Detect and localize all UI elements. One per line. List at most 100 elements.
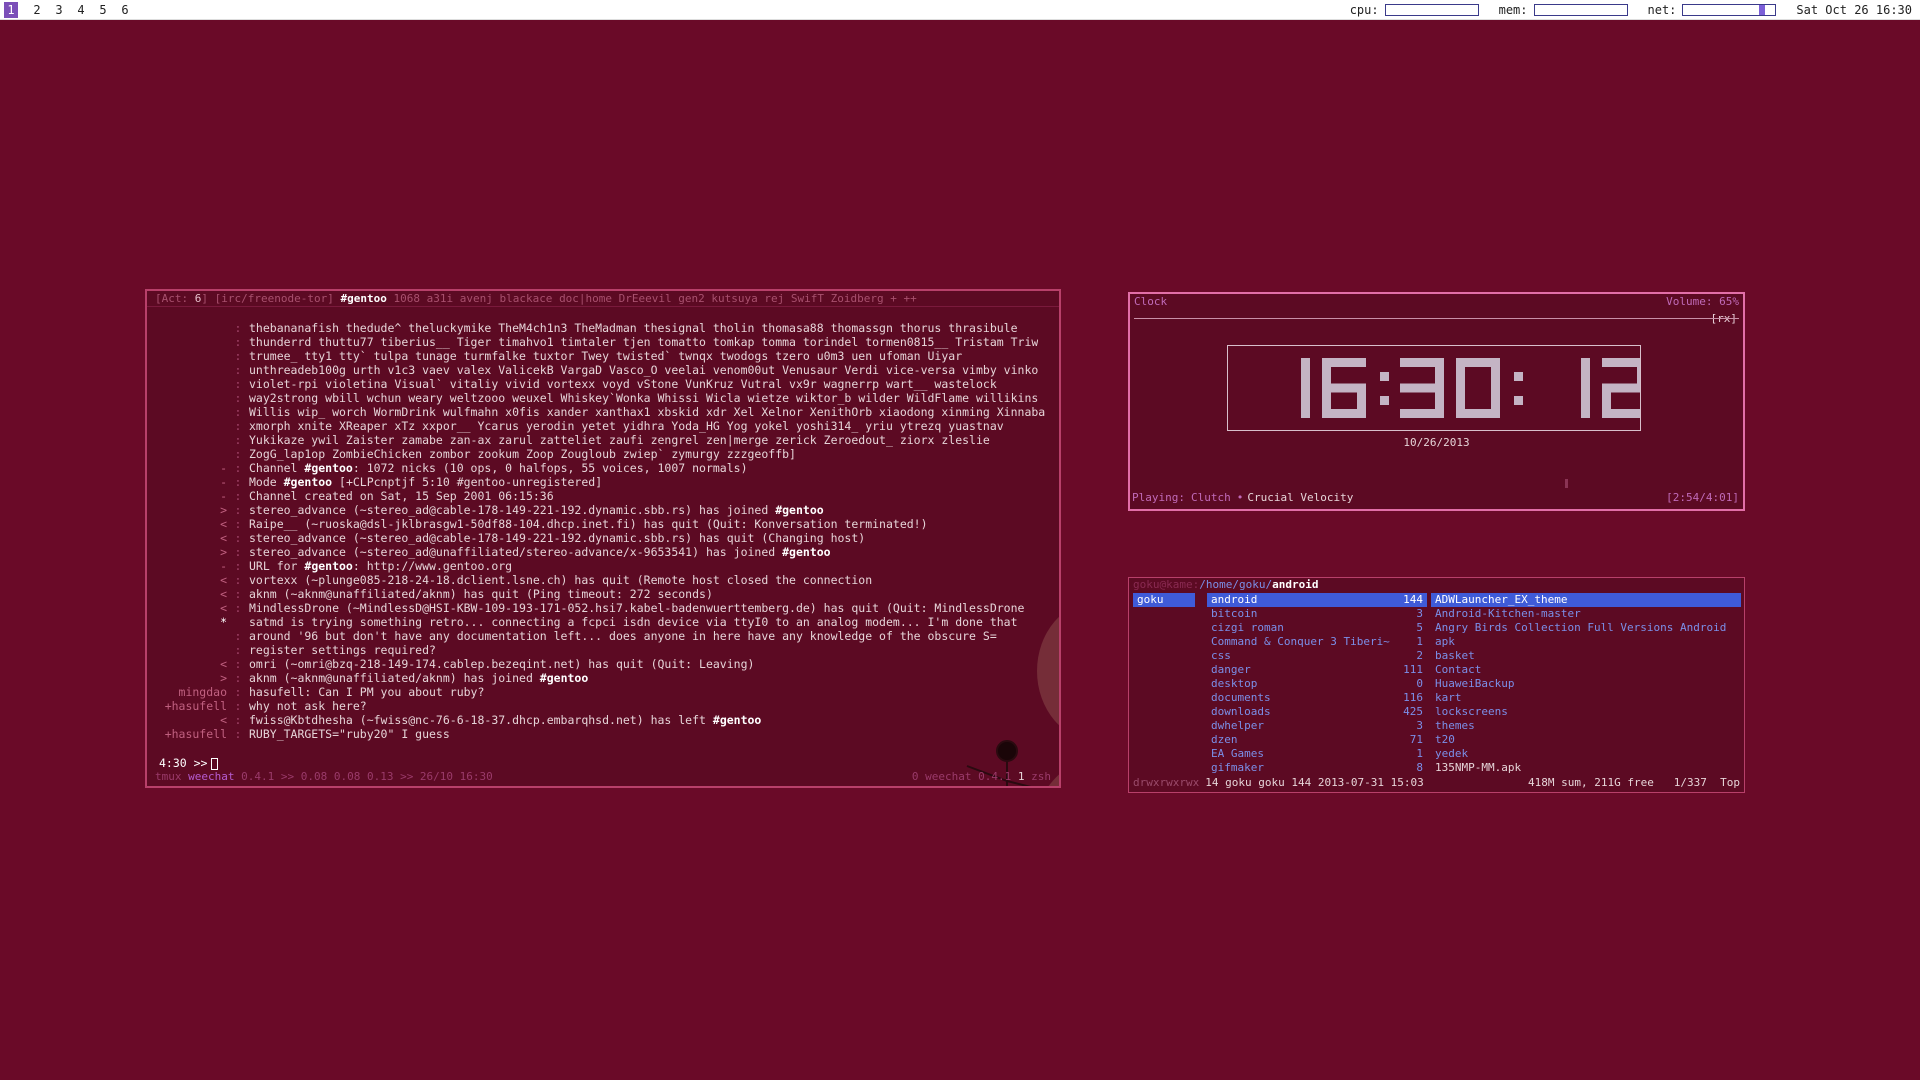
file-entry[interactable]: yedek [1431, 747, 1741, 761]
chat-separator: : [234, 419, 242, 433]
mem-label: mem: [1498, 2, 1528, 17]
workspace-1[interactable]: 1 [4, 1, 18, 18]
buffer-item[interactable]: gen2 [678, 292, 705, 305]
file-entry[interactable]: gifmaker 8 [1207, 761, 1427, 775]
file-name: Android-Kitchen-master [1435, 607, 1581, 620]
buffer-item[interactable]: SwifT [791, 292, 824, 305]
file-entry[interactable]: lockscreens [1431, 705, 1741, 719]
file-entry[interactable]: android 144 [1207, 593, 1427, 607]
chat-line: : violet-rpi violetina Visual` vitaliy vi… [147, 377, 1059, 391]
file-entry[interactable]: HuaweiBackup [1431, 677, 1741, 691]
file-entry[interactable]: kart [1431, 691, 1741, 705]
chat-message: MindlessDrone (~MindlessD@HSI-KBW-109-19… [249, 601, 1025, 615]
chat-message: stereo_advance (~stereo_ad@unaffiliated/… [249, 545, 831, 559]
chat-nick [147, 321, 227, 335]
datetime-display: Sat Oct 26 16:30 [1796, 2, 1912, 17]
chat-line: : ZogG_lap1op ZombieChicken zombor zookum… [147, 447, 1059, 461]
buffer-item[interactable]: avenj [460, 292, 493, 305]
chat-nick: < [220, 713, 227, 727]
top-status-bar: 123456 cpu: mem: net: Sat Oct 26 16:30 [0, 0, 1920, 20]
file-name: gifmaker [1211, 761, 1264, 774]
chat-line: <: omri (~omri@bzq-218-149-174.cablep.bez… [147, 657, 1059, 671]
file-count: 1 [1416, 747, 1423, 760]
chat-message: way2strong wbill wchun weary weltzooo we… [249, 391, 1039, 405]
file-entry[interactable]: dzen 71 [1207, 733, 1427, 747]
chat-log: : thebananafish thedude^ theluckymike The… [147, 321, 1059, 741]
net-spike [1759, 4, 1766, 15]
buffer-item[interactable]: blackace [499, 292, 552, 305]
file-name: downloads [1211, 705, 1271, 718]
tmux-status-line: tmux weechat 0.4.1 >> 0.08 0.08 0.13 >> … [155, 770, 1051, 784]
file-entry[interactable]: basket [1431, 649, 1741, 663]
buffer-item[interactable]: a31i [427, 292, 454, 305]
clock-segment [1380, 396, 1389, 405]
weechat-terminal-window[interactable]: [Act: 6] [irc/freenode-tor] #gentoo 1068… [145, 289, 1061, 788]
file-entry[interactable]: Android-Kitchen-master [1431, 607, 1741, 621]
artist-name: Clutch [1190, 491, 1231, 504]
file-entry[interactable]: bitcoin 3 [1207, 607, 1427, 621]
chat-line: : unthreadeb100g urth v1c3 vaev valex Val… [147, 363, 1059, 377]
file-count: 425 [1403, 705, 1423, 718]
file-entry[interactable]: t20 [1431, 733, 1741, 747]
file-name: documents [1211, 691, 1271, 704]
chat-separator: : [234, 349, 242, 363]
clock-window[interactable]: Clock Volume: 65% [rx] 10/26/2013 Playin… [1128, 292, 1745, 511]
chat-separator: : [234, 475, 242, 489]
file-entry[interactable]: desktop 0 [1207, 677, 1427, 691]
chat-message: Mode #gentoo [+CLPcnptjf 5:10 #gentoo-un… [249, 475, 603, 489]
file-entry[interactable]: documents 116 [1207, 691, 1427, 705]
chat-nick: > [220, 503, 227, 517]
buffer-item[interactable]: rej [764, 292, 784, 305]
album-name: Crucial Velocity [1247, 491, 1354, 504]
buffer-item[interactable]: Zoidberg [831, 292, 884, 305]
list-position: 1/337 [1673, 776, 1707, 789]
file-entry[interactable]: cizgi roman 5 [1207, 621, 1427, 635]
chat-separator: : [234, 587, 242, 601]
scroll-position: Top [1720, 776, 1740, 789]
chat-line: : Willis wip_ worch WormDrink wulfmahn x0… [147, 405, 1059, 419]
chat-message: ZogG_lap1op ZombieChicken zombor zookum … [249, 447, 796, 461]
workspace-3[interactable]: 3 [48, 2, 70, 18]
chat-message: Willis wip_ worch WormDrink wulfmahn x0f… [249, 405, 1046, 419]
workspace-5[interactable]: 5 [92, 2, 114, 18]
file-entry[interactable]: goku [1133, 593, 1195, 607]
text-cursor [211, 757, 219, 770]
file-entry[interactable]: apk [1431, 635, 1741, 649]
chat-separator: : [234, 517, 242, 531]
file-entry[interactable]: Angry Birds Collection Full Versions And… [1431, 621, 1741, 635]
playback-position-marker[interactable] [1565, 479, 1568, 488]
clock-segment [1380, 372, 1389, 381]
file-entry[interactable]: downloads 425 [1207, 705, 1427, 719]
chat-separator: : [234, 727, 242, 741]
chat-nick: +hasufell [164, 699, 227, 713]
workspace-4[interactable]: 4 [70, 2, 92, 18]
file-entry[interactable]: ADWLauncher_EX_theme [1431, 593, 1741, 607]
chat-nick: < [220, 587, 227, 601]
chat-nick: - [220, 489, 227, 503]
tmux-window-zsh[interactable]: zsh [1031, 770, 1051, 783]
chat-separator: : [234, 377, 242, 391]
file-entry[interactable]: dwhelper 3 [1207, 719, 1427, 733]
buffer-item[interactable]: DrEeevil [619, 292, 672, 305]
file-entry[interactable]: themes [1431, 719, 1741, 733]
chat-input[interactable]: 4:30 >> [159, 756, 219, 770]
file-entry[interactable]: Contact [1431, 663, 1741, 677]
chat-nick: < [220, 601, 227, 615]
ranger-file-manager[interactable]: goku@kame:/home/goku/android goku androi… [1128, 577, 1745, 793]
workspace-2[interactable]: 2 [26, 2, 48, 18]
file-entry[interactable]: Command & Conquer 3 Tiberi~ 1 [1207, 635, 1427, 649]
file-entry[interactable]: 135NMP-MM.apk [1431, 761, 1741, 775]
chat-line: +hasufell: why not ask here? [147, 699, 1059, 713]
current-channel[interactable]: #gentoo [340, 292, 386, 305]
more-indicator: + ++ [890, 292, 917, 305]
file-name: EA Games [1211, 747, 1264, 760]
buffer-item[interactable]: doc|home [559, 292, 612, 305]
file-entry[interactable]: danger 111 [1207, 663, 1427, 677]
file-entry[interactable]: EA Games 1 [1207, 747, 1427, 761]
chat-separator: : [234, 531, 242, 545]
tmux-window-weechat[interactable]: 0 weechat 0.4.1 [912, 770, 1011, 783]
chat-message: Raipe__ (~ruoska@dsl-jklbrasgw1-50df88-1… [249, 517, 928, 531]
file-entry[interactable]: css 2 [1207, 649, 1427, 663]
workspace-6[interactable]: 6 [114, 2, 136, 18]
buffer-item[interactable]: kutsuya [711, 292, 757, 305]
